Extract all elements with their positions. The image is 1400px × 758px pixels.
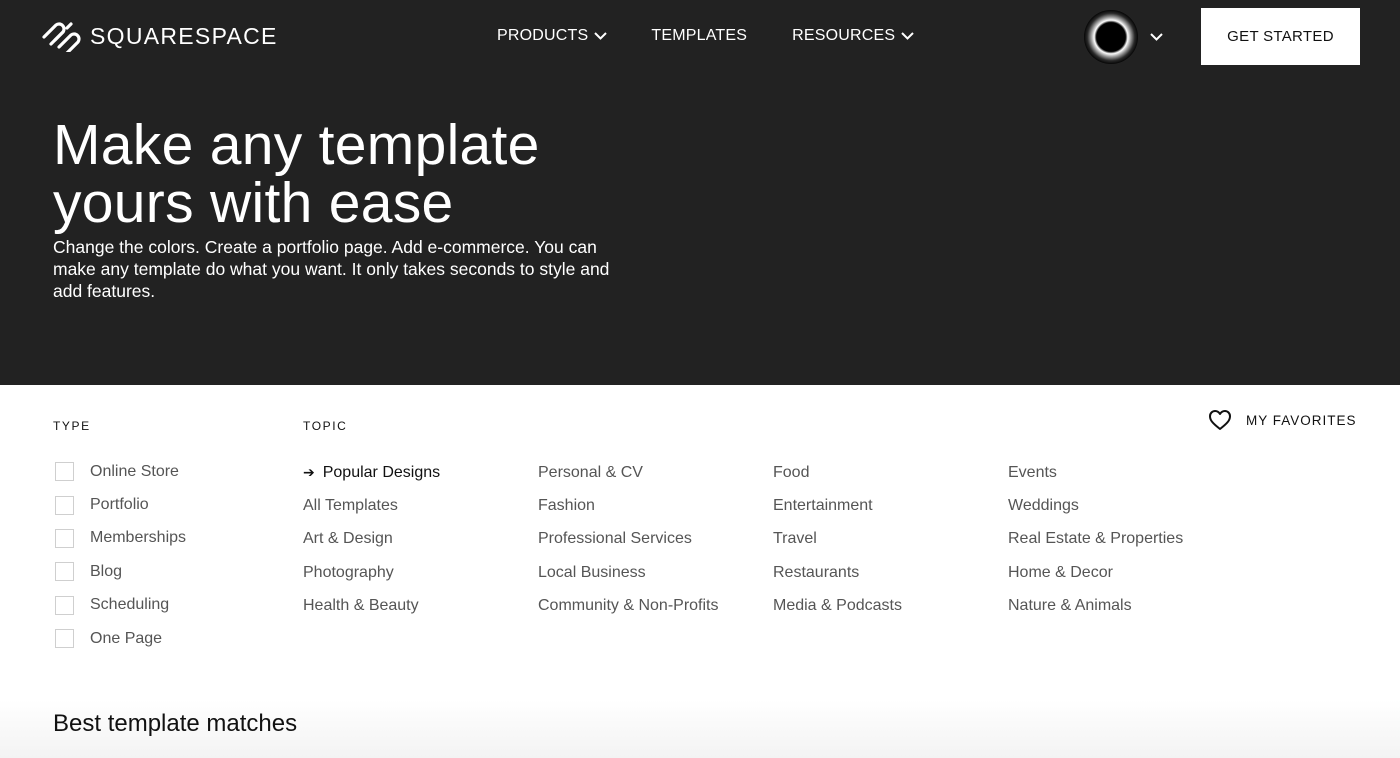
type-option-label: One Page [90,629,163,647]
my-favorites-link[interactable]: MY FAVORITES [1208,409,1357,431]
topic-link[interactable]: Art & Design [303,523,440,556]
nav-products-label: PRODUCTS [497,27,589,44]
checkbox[interactable] [55,495,74,515]
my-favorites-label: MY FAVORITES [1246,412,1357,428]
topic-link[interactable]: Home & Decor [1008,556,1183,589]
heart-icon [1209,410,1231,430]
topic-link[interactable]: Professional Services [538,523,719,556]
type-option-label: Blog [90,562,123,580]
account-menu[interactable] [1084,10,1163,64]
avatar [1084,10,1138,64]
type-heading: TYPE [53,419,91,433]
squarespace-logo-icon [42,22,81,52]
nav-products[interactable]: PRODUCTS [497,27,608,45]
type-option-memberships[interactable]: Memberships [55,522,186,555]
type-filter-list: Online Store Portfolio Memberships Blog … [55,455,186,655]
type-option-label: Scheduling [90,596,170,614]
topic-link[interactable]: Fashion [538,489,719,522]
topic-link[interactable]: Community & Non-Profits [538,590,719,623]
brand-logo[interactable]: SQUARESPACE [40,20,278,52]
topic-link[interactable]: Events [1008,456,1183,489]
chevron-down-icon [1150,33,1163,41]
checkbox[interactable] [55,595,74,615]
topic-column-2: Personal & CV Fashion Professional Servi… [538,456,719,623]
topic-link[interactable]: Restaurants [773,556,902,589]
topic-link[interactable]: Health & Beauty [303,590,440,623]
topic-link[interactable]: Real Estate & Properties [1008,523,1183,556]
template-filters: TYPE TOPIC Online Store Portfolio Member… [0,385,1400,685]
topic-label: Popular Designs [322,463,441,481]
chevron-down-icon [594,32,608,40]
topic-link[interactable]: Travel [773,523,902,556]
topic-column-1: ➔ Popular Designs All Templates Art & Des… [303,456,440,623]
main-nav: PRODUCTS TEMPLATES RESOURCES [497,24,915,48]
type-option-online-store[interactable]: Online Store [55,455,186,488]
topic-link-popular-designs[interactable]: ➔ Popular Designs [303,456,440,489]
type-option-label: Memberships [90,529,187,547]
nav-resources-label: RESOURCES [792,27,896,44]
topic-column-3: Food Entertainment Travel Restaurants Me… [773,456,902,623]
page-title: Make any template yours with ease [53,113,540,235]
topic-column-4: Events Weddings Real Estate & Properties… [1008,456,1183,623]
checkbox[interactable] [55,562,74,582]
chevron-down-icon [901,32,915,40]
nav-templates-label: TEMPLATES [651,27,748,44]
hero-section: SQUARESPACE PRODUCTS TEMPLATES RESOURCES… [0,0,1400,385]
topic-link[interactable]: Personal & CV [538,456,719,489]
type-option-label: Online Store [90,462,179,480]
hero-subtitle: Change the colors. Create a portfolio pa… [53,237,610,301]
type-option-portfolio[interactable]: Portfolio [55,488,186,521]
topic-link[interactable]: Weddings [1008,489,1183,522]
topic-heading: TOPIC [303,419,348,433]
type-option-one-page[interactable]: One Page [55,622,186,655]
type-option-scheduling[interactable]: Scheduling [55,589,186,622]
nav-resources[interactable]: RESOURCES [792,27,915,45]
topic-link[interactable]: Media & Podcasts [773,590,902,623]
type-option-blog[interactable]: Blog [55,555,186,588]
brand-name: SQUARESPACE [90,22,278,49]
checkbox[interactable] [55,629,74,649]
arrow-right-icon: ➔ [303,464,315,481]
topic-link[interactable]: Entertainment [773,489,902,522]
topic-link[interactable]: Nature & Animals [1008,590,1183,623]
type-option-label: Portfolio [90,496,149,514]
topic-link[interactable]: Local Business [538,556,719,589]
topic-link[interactable]: All Templates [303,489,440,522]
checkbox[interactable] [55,462,74,482]
get-started-button[interactable]: GET STARTED [1201,8,1360,65]
results-heading: Best template matches [53,710,298,737]
topic-link[interactable]: Photography [303,556,440,589]
checkbox[interactable] [55,528,74,548]
topic-link[interactable]: Food [773,456,902,489]
nav-templates[interactable]: TEMPLATES [651,27,747,45]
